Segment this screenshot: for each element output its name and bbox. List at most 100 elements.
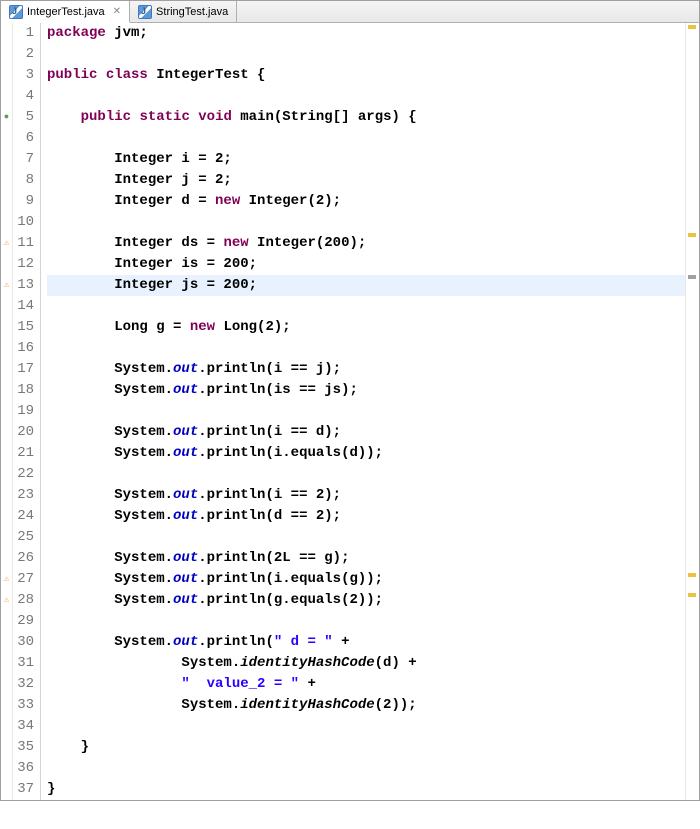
line-marker [1,779,12,800]
code-line[interactable]: } [47,779,685,800]
ruler-warning-mark[interactable] [688,233,696,237]
line-number: 3 [13,65,34,86]
code-line[interactable]: Integer d = new Integer(2); [47,191,685,212]
line-number: 36 [13,758,34,779]
line-number: 30 [13,632,34,653]
line-number: 5 [13,107,34,128]
line-marker [1,632,12,653]
code-line[interactable] [47,44,685,65]
code-line[interactable] [47,86,685,107]
code-line[interactable]: System.out.println(g.equals(2)); [47,590,685,611]
line-marker [1,254,12,275]
code-line[interactable]: System.out.println(i.equals(d)); [47,443,685,464]
line-marker [1,653,12,674]
line-marker [1,86,12,107]
ruler-warning-mark[interactable] [688,25,696,29]
line-marker [1,695,12,716]
code-line[interactable] [47,212,685,233]
line-marker: ⚠ [1,275,12,296]
line-marker [1,527,12,548]
line-number: 12 [13,254,34,275]
code-line[interactable]: System.out.println(" d = " + [47,632,685,653]
code-line[interactable]: Integer i = 2; [47,149,685,170]
code-line[interactable] [47,527,685,548]
code-line[interactable]: public static void main(String[] args) { [47,107,685,128]
tab-stringtest[interactable]: StringTest.java [130,1,237,22]
code-line[interactable]: Long g = new Long(2); [47,317,685,338]
code-line[interactable]: " value_2 = " + [47,674,685,695]
line-number: 20 [13,422,34,443]
code-line[interactable]: System.out.println(2L == g); [47,548,685,569]
code-line[interactable] [47,758,685,779]
line-number: 19 [13,401,34,422]
ruler-selection-mark[interactable] [688,275,696,279]
line-number: 7 [13,149,34,170]
code-line[interactable]: Integer ds = new Integer(200); [47,233,685,254]
line-marker: ● [1,107,12,128]
code-line[interactable]: System.out.println(is == js); [47,380,685,401]
line-number: 1 [13,23,34,44]
line-number: 34 [13,716,34,737]
line-marker [1,485,12,506]
line-number: 28 [13,590,34,611]
line-marker [1,149,12,170]
line-marker: ⚠ [1,590,12,611]
code-line[interactable] [47,128,685,149]
code-line[interactable]: } [47,737,685,758]
tab-label: StringTest.java [156,6,228,18]
code-line[interactable] [47,464,685,485]
line-marker [1,401,12,422]
tab-label: IntegerTest.java [27,6,105,18]
line-number: 26 [13,548,34,569]
line-number: 21 [13,443,34,464]
code-line[interactable]: System.out.println(d == 2); [47,506,685,527]
line-marker [1,674,12,695]
line-number: 31 [13,653,34,674]
line-marker [1,317,12,338]
line-marker [1,422,12,443]
line-number: 16 [13,338,34,359]
line-number: 17 [13,359,34,380]
line-number: 13 [13,275,34,296]
line-number: 23 [13,485,34,506]
line-number: 32 [13,674,34,695]
close-icon[interactable]: ✕ [113,6,121,17]
code-line[interactable]: System.identityHashCode(2)); [47,695,685,716]
code-line[interactable]: package jvm; [47,23,685,44]
line-marker [1,191,12,212]
line-number: 10 [13,212,34,233]
code-line[interactable]: System.out.println(i == 2); [47,485,685,506]
code-editor[interactable]: ●⚠⚠⚠⚠ 1234567891011121314151617181920212… [1,23,699,800]
code-line[interactable]: public class IntegerTest { [47,65,685,86]
overview-ruler[interactable] [685,23,699,800]
java-file-icon [138,5,152,19]
code-line[interactable] [47,338,685,359]
line-number: 6 [13,128,34,149]
code-line[interactable] [47,296,685,317]
code-line[interactable]: Integer is = 200; [47,254,685,275]
code-line[interactable]: System.identityHashCode(d) + [47,653,685,674]
code-line[interactable] [47,611,685,632]
line-marker [1,338,12,359]
line-marker [1,359,12,380]
line-marker [1,44,12,65]
code-line[interactable]: Integer j = 2; [47,170,685,191]
code-line[interactable]: System.out.println(i == d); [47,422,685,443]
ruler-warning-mark[interactable] [688,573,696,577]
tab-bar: IntegerTest.java ✕ StringTest.java [1,1,699,23]
line-number: 35 [13,737,34,758]
line-number: 22 [13,464,34,485]
tab-integertest[interactable]: IntegerTest.java ✕ [1,1,130,23]
code-line[interactable] [47,716,685,737]
ruler-warning-mark[interactable] [688,593,696,597]
code-line[interactable]: System.out.println(i.equals(g)); [47,569,685,590]
code-area[interactable]: package jvm; public class IntegerTest { p… [41,23,685,800]
line-marker [1,758,12,779]
code-line[interactable]: Integer js = 200; [47,275,685,296]
code-line[interactable]: System.out.println(i == j); [47,359,685,380]
line-marker [1,737,12,758]
line-marker [1,65,12,86]
line-marker [1,23,12,44]
code-line[interactable] [47,401,685,422]
line-marker: ⚠ [1,569,12,590]
